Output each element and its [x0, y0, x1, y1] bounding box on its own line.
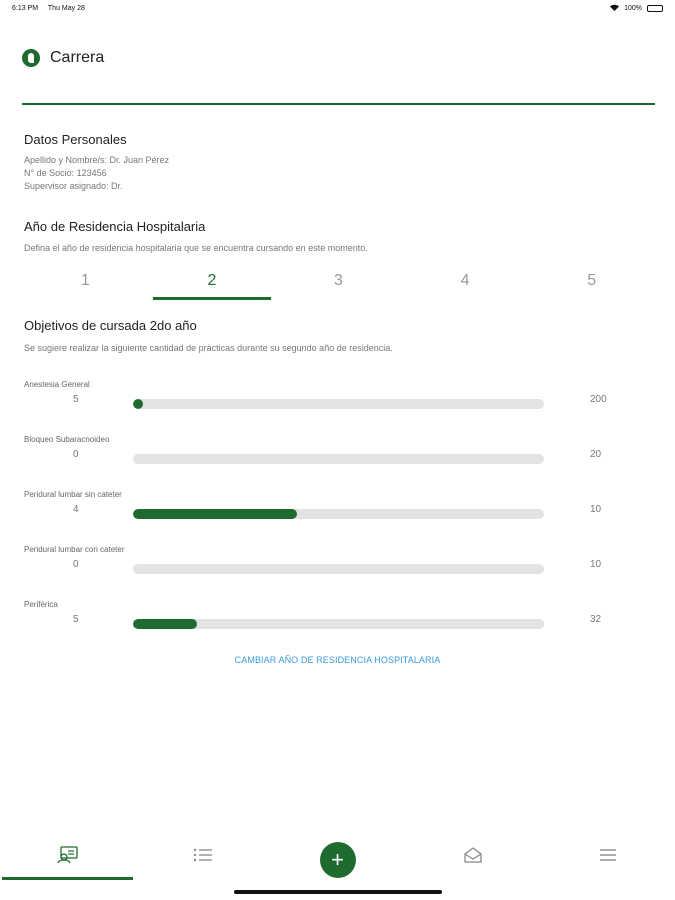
personal-name: Apellido y Nombre/s: Dr. Juan Pérez — [24, 155, 170, 165]
practice-progress-bar — [133, 454, 544, 464]
tab-menu[interactable] — [540, 832, 675, 882]
status-left: 6:13 PM Thu May 28 — [12, 5, 93, 12]
practice-name: Periférica — [24, 600, 58, 609]
practice-target-count: 20 — [590, 449, 602, 460]
practice-row: Peridural lumbar con cateter 0 10 — [24, 545, 634, 589]
objectives-title: Objetivos de cursada 2do año — [24, 318, 197, 333]
practice-name: Anestesia General — [24, 380, 90, 389]
practice-progress-bar — [133, 399, 544, 409]
app-screen: 6:13 PM Thu May 28 100% Carrera Datos Pe… — [0, 0, 675, 900]
plus-icon: + — [331, 847, 344, 872]
residency-title: Año de Residencia Hospitalaria — [24, 219, 206, 234]
personal-supervisor: Supervisor asignado: Dr. — [24, 181, 123, 191]
year-tab-4[interactable]: 4 — [402, 268, 529, 302]
practice-progress-bar — [133, 509, 544, 519]
year-tab-5[interactable]: 5 — [528, 268, 655, 302]
practice-progress-fill — [133, 509, 298, 519]
practice-progress-fill — [133, 399, 144, 409]
practice-row: Peridural lumbar sin cateter 4 10 — [24, 490, 634, 534]
residency-section: Año de Residencia Hospitalaria Defina el… — [24, 219, 651, 255]
year-tab-2[interactable]: 2 — [149, 268, 276, 302]
objectives-section: Objetivos de cursada 2do año Se sugiere … — [24, 318, 651, 355]
app-logo — [22, 49, 40, 67]
practice-target-count: 200 — [590, 394, 607, 405]
bottom-tab-bar: + — [0, 832, 675, 882]
battery-percent: 100% — [624, 4, 642, 12]
practice-target-count: 32 — [590, 614, 602, 625]
battery-icon — [647, 4, 663, 12]
practice-row: Anestesia General 5 200 — [24, 380, 634, 424]
practice-target-count: 10 — [590, 559, 602, 570]
app-header: Carrera — [22, 44, 653, 72]
practice-current-count: 5 — [73, 614, 79, 625]
practice-progress-bar — [133, 619, 544, 629]
practice-current-count: 0 — [73, 449, 79, 460]
status-time: 6:13 PM — [12, 4, 39, 12]
objectives-description: Se sugiere realizar la siguiente cantida… — [24, 343, 393, 353]
status-right: 100% — [610, 4, 663, 13]
personal-data-section: Datos Personales Apellido y Nombre/s: Dr… — [24, 132, 651, 193]
status-date: Thu May 28 — [47, 4, 85, 12]
practice-target-count: 10 — [590, 504, 602, 515]
personal-data-title: Datos Personales — [24, 132, 127, 147]
practice-name: Bloqueo Subaracnoideo — [24, 435, 110, 444]
year-selector: 1 2 3 4 5 — [22, 268, 655, 302]
home-indicator — [234, 890, 442, 894]
residency-description: Defina el año de residencia hospitalaria… — [24, 243, 368, 253]
status-bar: 6:13 PM Thu May 28 100% — [0, 0, 675, 16]
practice-row: Bloqueo Subaracnoideo 0 20 — [24, 435, 634, 479]
tab-inbox[interactable] — [405, 832, 540, 882]
practice-progress-bar — [133, 564, 544, 574]
practice-progress-fill — [133, 619, 198, 629]
page-title: Carrera — [50, 49, 105, 66]
practice-current-count: 0 — [73, 559, 79, 570]
tab-list[interactable] — [135, 832, 270, 882]
practice-row: Periférica 5 32 — [24, 600, 634, 644]
practice-current-count: 4 — [73, 504, 79, 515]
personal-member-number: N° de Socio: 123456 — [24, 168, 107, 178]
tab-career[interactable] — [0, 832, 135, 882]
wifi-icon — [610, 4, 620, 13]
header-divider — [22, 103, 655, 105]
add-button[interactable]: + — [319, 842, 356, 878]
inbox-icon — [463, 846, 483, 868]
menu-icon — [599, 848, 617, 867]
practice-name: Peridural lumbar sin cateter — [24, 490, 122, 499]
tab-add[interactable]: + — [270, 832, 405, 882]
change-residency-year-link[interactable]: CAMBIAR AÑO DE RESIDENCIA HOSPITALARIA — [0, 655, 675, 665]
list-icon — [193, 848, 213, 867]
profile-icon — [56, 845, 79, 869]
practice-current-count: 5 — [73, 394, 79, 405]
practice-name: Peridural lumbar con cateter — [24, 545, 125, 554]
year-tab-1[interactable]: 1 — [22, 268, 149, 302]
year-tab-3[interactable]: 3 — [275, 268, 402, 302]
